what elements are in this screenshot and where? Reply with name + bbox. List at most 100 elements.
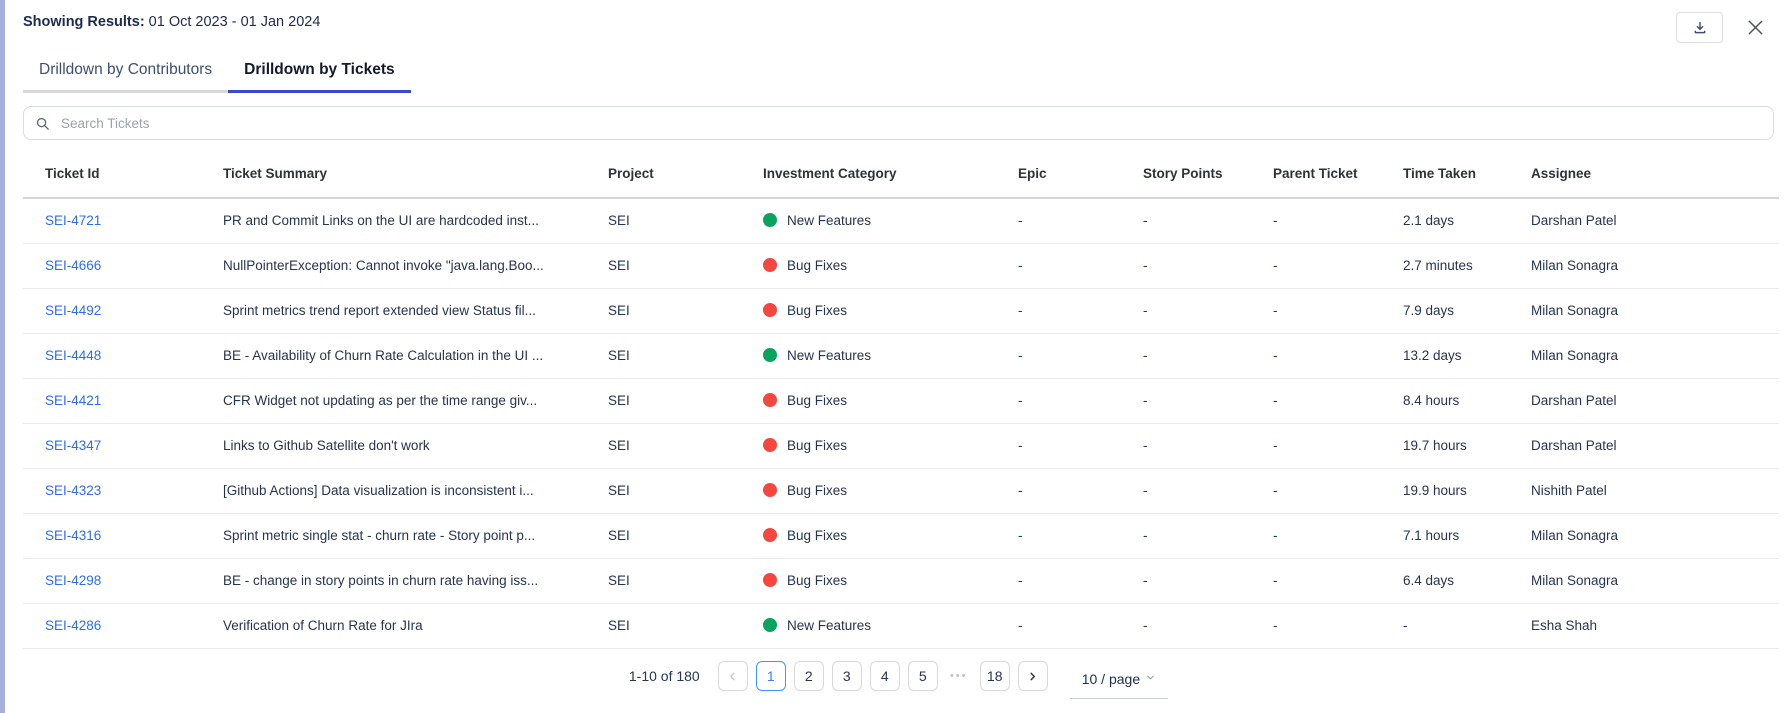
time-taken-cell: 2.1 days: [1403, 198, 1531, 243]
showing-results-text: Showing Results: 01 Oct 2023 - 01 Jan 20…: [23, 12, 320, 30]
story-points-cell: -: [1143, 468, 1273, 513]
page-button-18[interactable]: 18: [980, 661, 1010, 691]
investment-category-cell: Bug Fixes: [763, 288, 1018, 333]
category-dot-icon: [763, 303, 777, 317]
table-row: SEI-4721PR and Commit Links on the UI ar…: [23, 198, 1779, 243]
assignee-cell: Esha Shah: [1531, 603, 1779, 648]
story-points-cell: -: [1143, 603, 1273, 648]
ticket-summary-cell: BE - Availability of Churn Rate Calculat…: [223, 333, 608, 378]
col-investment-category: Investment Category: [763, 150, 1018, 198]
search-icon: [35, 116, 50, 131]
ticket-link[interactable]: SEI-4286: [45, 618, 101, 633]
epic-cell: -: [1018, 198, 1143, 243]
ticket-id-cell: SEI-4347: [23, 423, 223, 468]
page-button-1[interactable]: 1: [756, 661, 786, 691]
ticket-link[interactable]: SEI-4323: [45, 483, 101, 498]
ticket-id-cell: SEI-4448: [23, 333, 223, 378]
epic-cell: -: [1018, 603, 1143, 648]
assignee-cell: Darshan Patel: [1531, 378, 1779, 423]
category-dot-icon: [763, 528, 777, 542]
parent-ticket-cell: -: [1273, 243, 1403, 288]
ticket-link[interactable]: SEI-4298: [45, 573, 101, 588]
table-body: SEI-4721PR and Commit Links on the UI ar…: [23, 198, 1779, 648]
category-label: New Features: [787, 348, 871, 363]
category-dot-icon: [763, 618, 777, 632]
ticket-id-cell: SEI-4721: [23, 198, 223, 243]
ticket-summary-cell: NullPointerException: Cannot invoke "jav…: [223, 243, 608, 288]
time-taken-cell: 19.7 hours: [1403, 423, 1531, 468]
assignee-cell: Darshan Patel: [1531, 423, 1779, 468]
category-label: Bug Fixes: [787, 303, 847, 318]
next-page-button[interactable]: [1018, 661, 1048, 691]
story-points-cell: -: [1143, 513, 1273, 558]
category-label: Bug Fixes: [787, 528, 847, 543]
epic-cell: -: [1018, 378, 1143, 423]
parent-ticket-cell: -: [1273, 288, 1403, 333]
tab-drilldown-by-tickets[interactable]: Drilldown by Tickets: [228, 51, 410, 93]
showing-results-label: Showing Results:: [23, 14, 145, 30]
investment-category-cell: New Features: [763, 198, 1018, 243]
page-button-3[interactable]: 3: [832, 661, 862, 691]
ticket-link[interactable]: SEI-4492: [45, 303, 101, 318]
time-taken-cell: 8.4 hours: [1403, 378, 1531, 423]
page-button-2[interactable]: 2: [794, 661, 824, 691]
ticket-link[interactable]: SEI-4721: [45, 213, 101, 228]
ticket-link[interactable]: SEI-4666: [45, 258, 101, 273]
page-size-select[interactable]: 10 / page: [1070, 666, 1168, 699]
date-range: 01 Oct 2023 - 01 Jan 2024: [145, 14, 321, 30]
project-cell: SEI: [608, 423, 763, 468]
category-dot-icon: [763, 213, 777, 227]
parent-ticket-cell: -: [1273, 468, 1403, 513]
project-cell: SEI: [608, 243, 763, 288]
page-button-4[interactable]: 4: [870, 661, 900, 691]
investment-category-cell: Bug Fixes: [763, 468, 1018, 513]
project-cell: SEI: [608, 288, 763, 333]
search-input[interactable]: [59, 115, 1762, 132]
ticket-id-cell: SEI-4316: [23, 513, 223, 558]
topbar: Showing Results: 01 Oct 2023 - 01 Jan 20…: [5, 0, 1792, 43]
category-dot-icon: [763, 438, 777, 452]
project-cell: SEI: [608, 558, 763, 603]
col-time-taken: Time Taken: [1403, 150, 1531, 198]
pagination-ellipsis[interactable]: •••: [946, 670, 972, 682]
category-label: New Features: [787, 618, 871, 633]
tab-drilldown-by-contributors[interactable]: Drilldown by Contributors: [23, 51, 228, 93]
project-cell: SEI: [608, 198, 763, 243]
ticket-id-cell: SEI-4666: [23, 243, 223, 288]
chevron-left-icon: [727, 671, 738, 682]
chevron-down-icon: [1145, 672, 1156, 686]
col-story-points: Story Points: [1143, 150, 1273, 198]
parent-ticket-cell: -: [1273, 378, 1403, 423]
epic-cell: -: [1018, 288, 1143, 333]
assignee-cell: Milan Sonagra: [1531, 288, 1779, 333]
ticket-link[interactable]: SEI-4347: [45, 438, 101, 453]
time-taken-cell: 19.9 hours: [1403, 468, 1531, 513]
prev-page-button[interactable]: [718, 661, 748, 691]
table-row: SEI-4323 [Github Actions] Data visualizat…: [23, 468, 1779, 513]
ticket-summary-cell: [Github Actions] Data visualization is i…: [223, 468, 608, 513]
ticket-summary-cell: BE - change in story points in churn rat…: [223, 558, 608, 603]
project-cell: SEI: [608, 603, 763, 648]
parent-ticket-cell: -: [1273, 513, 1403, 558]
assignee-cell: Milan Sonagra: [1531, 333, 1779, 378]
category-dot-icon: [763, 393, 777, 407]
topbar-actions: [1676, 12, 1766, 43]
parent-ticket-cell: -: [1273, 558, 1403, 603]
parent-ticket-cell: -: [1273, 423, 1403, 468]
parent-ticket-cell: -: [1273, 333, 1403, 378]
download-button[interactable]: [1676, 12, 1723, 43]
ticket-id-cell: SEI-4421: [23, 378, 223, 423]
ticket-link[interactable]: SEI-4448: [45, 348, 101, 363]
story-points-cell: -: [1143, 288, 1273, 333]
ticket-link[interactable]: SEI-4421: [45, 393, 101, 408]
time-taken-cell: 7.1 hours: [1403, 513, 1531, 558]
close-button[interactable]: [1745, 17, 1766, 38]
ticket-link[interactable]: SEI-4316: [45, 528, 101, 543]
table-row: SEI-4448 BE - Availability of Churn Rate …: [23, 333, 1779, 378]
epic-cell: -: [1018, 243, 1143, 288]
table-header: Ticket Id Ticket Summary Project Investm…: [23, 150, 1779, 198]
drilldown-modal: Showing Results: 01 Oct 2023 - 01 Jan 20…: [0, 0, 1792, 713]
investment-category-cell: Bug Fixes: [763, 513, 1018, 558]
tickets-table: Ticket Id Ticket Summary Project Investm…: [23, 150, 1779, 649]
page-button-5[interactable]: 5: [908, 661, 938, 691]
